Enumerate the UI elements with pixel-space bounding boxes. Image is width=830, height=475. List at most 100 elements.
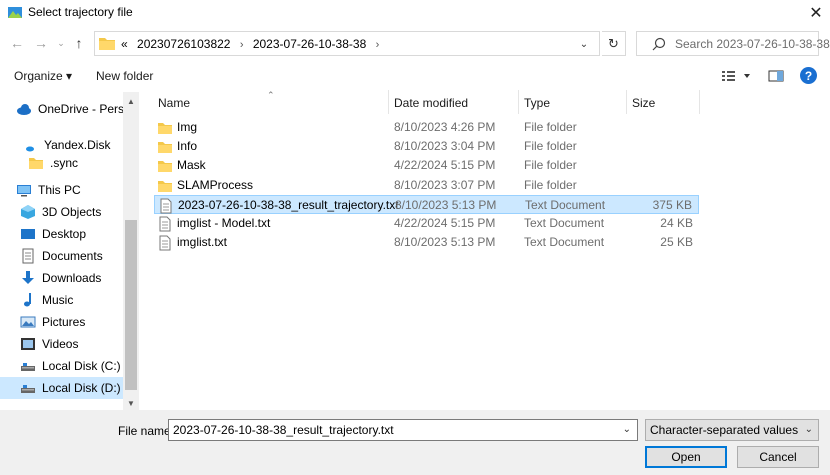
help-icon[interactable]: ? (800, 67, 817, 84)
change-view-icon[interactable] (720, 68, 756, 84)
sidebar-item[interactable]: Local Disk (D:) (0, 377, 124, 399)
breadcrumb-overflow[interactable]: « (121, 37, 128, 51)
column-header-date[interactable]: Date modified (389, 90, 518, 114)
file-list: Name ⌃ Date modified Type Size Img 8/10/2… (149, 90, 830, 410)
sidebar-item-label: Yandex.Disk (44, 138, 111, 152)
open-button[interactable]: Open (645, 446, 727, 468)
sidebar-item-label: Pictures (42, 315, 86, 329)
computer-icon (16, 182, 32, 198)
local-disk-icon (20, 380, 36, 396)
file-date: 8/10/2023 5:13 PM (394, 235, 496, 250)
text-file-icon (157, 235, 171, 251)
file-row[interactable]: imglist - Model.txt 4/22/2024 5:15 PM Text… (154, 214, 699, 233)
file-name: 2023-07-26-10-38-38_result_trajectory.tx… (178, 197, 399, 212)
folder-icon (157, 178, 172, 192)
file-name-input[interactable]: 2023-07-26-10-38-38_result_trajectory.tx… (168, 419, 638, 441)
file-size: 24 KB (660, 216, 693, 230)
file-name: SLAMProcess (177, 177, 254, 192)
sidebar-item[interactable]: Pictures (0, 311, 124, 333)
file-name: Img (177, 120, 198, 134)
breadcrumb-separator-icon[interactable]: › (240, 39, 244, 51)
scroll-down-icon[interactable]: ▼ (123, 396, 139, 410)
sidebar-item[interactable]: Videos (0, 333, 124, 355)
organize-button[interactable]: Organize ▾ (14, 69, 72, 83)
file-row[interactable]: Img 8/10/2023 4:26 PM File folder (154, 118, 699, 137)
file-type: Text Document (525, 197, 606, 212)
sidebar-item[interactable]: Documents (0, 245, 124, 267)
navigation-pane-scrollbar[interactable]: ▲ ▼ (123, 92, 139, 410)
sidebar-item[interactable]: OneDrive - Person (0, 98, 137, 120)
window-title: Select trajectory file (28, 5, 133, 19)
breadcrumb: « 20230726103822 › 2023-07-26-10-38-38 › (121, 37, 385, 51)
column-header-name[interactable]: Name ⌃ (149, 90, 387, 114)
file-row[interactable]: SLAMProcess 8/10/2023 3:07 PM File folder (154, 176, 699, 195)
breadcrumb-item[interactable]: 2023-07-26-10-38-38 (253, 37, 366, 51)
file-name-value: 2023-07-26-10-38-38_result_trajectory.tx… (173, 423, 394, 437)
chevron-down-icon[interactable]: ⌄ (623, 424, 631, 435)
column-header-type[interactable]: Type (519, 90, 626, 114)
sidebar-item-label: Desktop (42, 227, 87, 241)
folder-icon (157, 139, 172, 154)
file-row[interactable]: imglist.txt 8/10/2023 5:13 PM Text Documen… (154, 233, 699, 252)
sidebar-item-label: Music (42, 293, 74, 307)
sidebar-item[interactable]: Music (0, 289, 124, 311)
file-date: 8/10/2023 3:07 PM (394, 177, 496, 192)
app-icon (8, 7, 22, 18)
file-date: 8/10/2023 4:26 PM (394, 120, 496, 134)
recent-locations-chevron-icon[interactable]: ⌄ (52, 34, 70, 52)
refresh-icon[interactable]: ↻ (602, 31, 626, 56)
yandex-disk-icon (22, 137, 38, 153)
breadcrumb-item[interactable]: 20230726103822 (137, 37, 230, 51)
up-arrow-icon[interactable]: ↑ (70, 34, 88, 52)
file-date: 4/22/2024 5:15 PM (394, 216, 496, 230)
folder-icon (28, 155, 44, 171)
sidebar-item[interactable]: Desktop (0, 223, 124, 245)
new-folder-button[interactable]: New folder (96, 69, 153, 83)
folder-icon (99, 38, 115, 50)
sidebar-item-label: .sync (50, 156, 79, 170)
file-name-label: File name: (118, 424, 175, 438)
column-divider[interactable] (699, 90, 700, 114)
file-type: Text Document (524, 216, 605, 230)
file-type-select[interactable]: Character-separated values (*.t ⌄ (645, 419, 819, 441)
address-dropdown-chevron-icon[interactable]: ⌄ (577, 36, 591, 52)
search-placeholder: Search 2023-07-26-10-38-38 (675, 37, 830, 51)
file-row[interactable]: Mask 4/22/2024 5:15 PM File folder (154, 156, 699, 175)
scroll-up-icon[interactable]: ▲ (123, 94, 139, 108)
music-icon (20, 292, 36, 308)
sidebar-item-label: Downloads (42, 271, 102, 285)
cancel-button[interactable]: Cancel (737, 446, 819, 468)
folder-icon (157, 120, 172, 134)
file-date: 8/10/2023 5:13 PM (395, 197, 497, 212)
file-type: File folder (524, 120, 577, 134)
chevron-down-icon[interactable]: ⌄ (805, 424, 813, 435)
search-box[interactable]: Search 2023-07-26-10-38-38 (636, 31, 830, 56)
preview-pane-icon[interactable] (768, 68, 784, 84)
close-button[interactable]: ✕ (802, 0, 830, 26)
desktop-icon (20, 226, 36, 242)
sidebar-item[interactable]: Downloads (0, 267, 124, 289)
address-bar[interactable]: « 20230726103822 › 2023-07-26-10-38-38 ›… (94, 31, 600, 56)
back-arrow-icon[interactable]: ← (8, 34, 26, 52)
file-type-value: Character-separated values (*.t (650, 423, 800, 437)
folder-icon (157, 158, 172, 173)
cloud-icon (16, 101, 32, 117)
file-row[interactable]: 2023-07-26-10-38-38_result_trajectory.tx… (154, 194, 699, 214)
file-row[interactable]: Info 8/10/2023 3:04 PM File folder (154, 137, 699, 156)
file-name: Info (177, 139, 198, 154)
command-bar: Organize ▾ New folder ? (0, 62, 830, 90)
sidebar-item[interactable]: Local Disk (C:) (0, 355, 124, 377)
sidebar-item[interactable]: This PC (0, 179, 124, 201)
forward-arrow-icon[interactable]: → (32, 34, 50, 52)
text-file-icon (158, 198, 172, 214)
column-header-size[interactable]: Size (627, 90, 699, 114)
breadcrumb-separator-icon[interactable]: › (376, 39, 380, 51)
file-type: File folder (524, 158, 577, 173)
file-type: Text Document (524, 235, 605, 250)
sidebar-item[interactable]: .sync (0, 152, 124, 174)
sidebar-item-label: Documents (42, 249, 103, 263)
downloads-icon (20, 270, 36, 286)
sidebar-item[interactable]: 3D Objects (0, 201, 124, 223)
scrollbar-thumb[interactable] (125, 220, 137, 390)
local-disk-icon (20, 358, 36, 374)
